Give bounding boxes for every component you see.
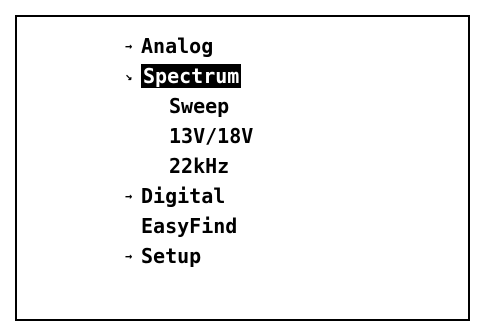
- right-arrow-icon: →: [125, 39, 133, 53]
- menu-item-digital[interactable]: → Digital: [125, 181, 253, 211]
- menu-item-label: 22kHz: [169, 154, 230, 178]
- menu-item-label: EasyFind: [141, 214, 238, 238]
- menu-item-analog[interactable]: → Analog: [125, 31, 253, 61]
- submenu-item-sweep[interactable]: Sweep: [125, 91, 253, 121]
- menu-screen: → Analog ↘ Spectrum Sweep 13V/18V 22kHz …: [15, 15, 470, 321]
- menu-item-label: Analog: [141, 34, 214, 58]
- menu-item-label: Spectrum: [141, 64, 242, 88]
- right-arrow-icon: →: [125, 189, 133, 203]
- menu-item-label: Digital: [141, 184, 226, 208]
- menu-item-spectrum[interactable]: ↘ Spectrum: [125, 61, 253, 91]
- menu-item-label: Setup: [141, 244, 202, 268]
- menu-item-easyfind[interactable]: EasyFind: [125, 211, 253, 241]
- menu-item-setup[interactable]: → Setup: [125, 241, 253, 271]
- main-menu: → Analog ↘ Spectrum Sweep 13V/18V 22kHz …: [125, 31, 253, 271]
- menu-item-label: 13V/18V: [169, 124, 254, 148]
- menu-item-label: Sweep: [169, 94, 230, 118]
- submenu-item-13v-18v[interactable]: 13V/18V: [125, 121, 253, 151]
- down-right-arrow-icon: ↘: [125, 69, 133, 83]
- submenu-item-22khz[interactable]: 22kHz: [125, 151, 253, 181]
- right-arrow-icon: →: [125, 249, 133, 263]
